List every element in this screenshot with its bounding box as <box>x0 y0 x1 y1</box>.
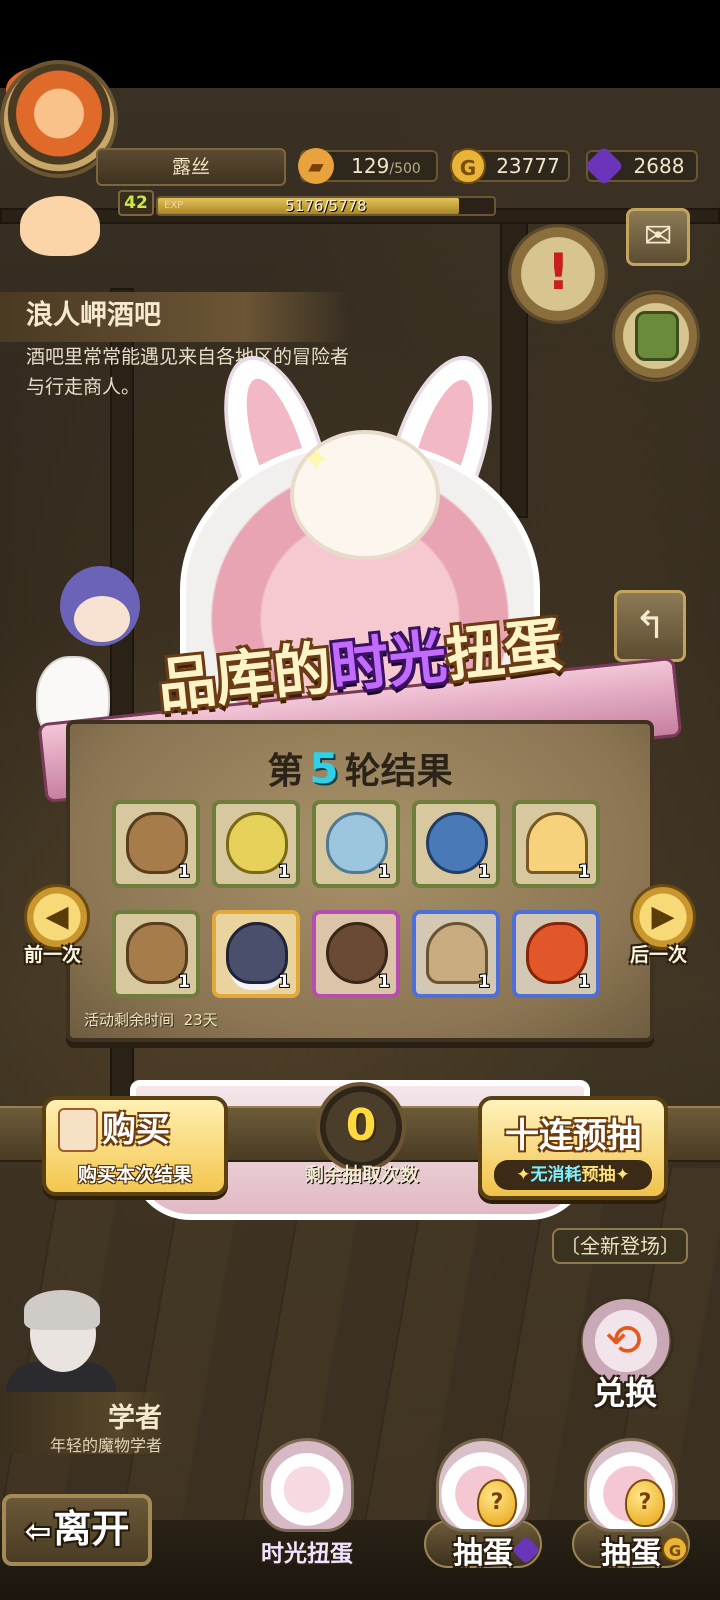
buy-result-button[interactable]: 购买 购买本次结果 <box>42 1096 228 1196</box>
gem-value: 2688 <box>633 154 685 178</box>
gift-card-icon <box>58 1108 98 1152</box>
result-item-slot[interactable]: 1 <box>312 910 400 998</box>
item-count: 1 <box>578 862 590 882</box>
npc-name: 学者 <box>108 1403 162 1434</box>
result-item-slot[interactable]: 1 <box>312 800 400 888</box>
player-name: 露丝 <box>96 148 286 186</box>
buy-sublabel: 购买本次结果 <box>77 1164 192 1186</box>
back-button[interactable]: ↰ <box>614 590 686 662</box>
stamina-max: /500 <box>389 161 421 177</box>
gold-coin-icon: G <box>450 148 486 184</box>
gold-coin-icon: G <box>662 1536 688 1562</box>
location-title: 浪人岬酒吧 <box>0 292 350 342</box>
purple-gem-icon <box>584 146 624 186</box>
item-count: 1 <box>478 972 490 992</box>
backpack-button[interactable] <box>612 290 700 382</box>
results-panel: 第 5 轮结果 1 1 1 1 1 1 1 1 1 1 活动剩余时间 23天 <box>66 720 654 1042</box>
egg-machine-icon: ? <box>436 1438 530 1532</box>
ten-pull-label: 十连预抽 <box>505 1116 641 1156</box>
round-prefix: 第 <box>267 751 304 792</box>
result-item-slot[interactable]: 1 <box>212 800 300 888</box>
result-item-slot[interactable]: 1 <box>512 910 600 998</box>
tab-gem-draw[interactable]: ? 抽蛋 <box>424 1430 542 1571</box>
round-suffix: 轮结果 <box>344 751 453 792</box>
sparkle-icon: ✦ <box>516 1165 531 1185</box>
envelope-icon: ✉ <box>643 216 673 256</box>
ten-pull-sublabel: ✦无消耗预抽✦ <box>494 1160 652 1190</box>
gacha-title-highlight: 时光 <box>327 622 451 702</box>
result-item-slot[interactable]: 1 <box>412 910 500 998</box>
result-item-slot[interactable]: 1 <box>412 800 500 888</box>
backpack-icon <box>635 311 679 361</box>
arrow-left-icon: ⇦ <box>24 1512 52 1550</box>
sparkle-icon: ✦ <box>302 440 331 480</box>
result-item-slot[interactable]: 1 <box>112 800 200 888</box>
sparkle-icon: ✦ <box>615 1165 630 1185</box>
item-count: 1 <box>478 862 490 882</box>
status-bar <box>0 0 720 88</box>
exchange-label: 兑换 <box>592 1374 657 1412</box>
time-gacha-machine-icon <box>260 1438 354 1532</box>
tab-gold-draw[interactable]: ? 抽蛋 G <box>572 1430 690 1571</box>
new-arrival-label: 全新登场 <box>580 1234 660 1258</box>
event-time-left: 活动剩余时间 23天 <box>84 1009 218 1030</box>
remaining-draws-count: 0 <box>316 1082 406 1172</box>
result-item-slot[interactable]: 1 <box>112 910 200 998</box>
item-count: 1 <box>378 862 390 882</box>
question-egg-icon: ? <box>625 1479 665 1527</box>
ten-pull-preview-button[interactable]: 十连预抽 ✦无消耗预抽✦ <box>478 1096 668 1200</box>
quest-scroll-button[interactable]: ! <box>508 224 608 324</box>
item-count: 1 <box>578 972 590 992</box>
npc-description: 年轻的魔物学者 <box>50 1436 163 1455</box>
free-label: 无消耗 <box>530 1165 582 1185</box>
mail-button[interactable]: ✉ <box>626 208 690 266</box>
leave-label: 离开 <box>53 1507 130 1551</box>
leave-button[interactable]: ⇦离开 <box>2 1494 152 1566</box>
exchange-arrows-icon: ⟲ <box>605 1315 642 1366</box>
round-title: 第 5 轮结果 <box>70 742 650 794</box>
triangle-left-icon: ◀ <box>45 899 69 934</box>
next-round-label: 后一次 <box>630 944 688 966</box>
exp-value: 5176/5778 <box>285 197 367 215</box>
gold-counter[interactable]: G 23777 <box>450 148 570 184</box>
item-count: 1 <box>378 972 390 992</box>
item-count: 1 <box>278 972 290 992</box>
triangle-right-icon: ▶ <box>651 899 675 934</box>
time-left-label: 活动剩余时间 <box>84 1011 175 1029</box>
player-level: 42 <box>118 190 154 216</box>
location-description: 酒吧里常常能遇见来自各地区的冒险者与行走商人。 <box>26 346 350 398</box>
remaining-draws-label: 剩余抽取次数 <box>304 1164 419 1186</box>
prev-round-label: 前一次 <box>24 944 82 966</box>
new-arrival-badge[interactable]: 〔全新登场〕 <box>552 1228 688 1264</box>
return-icon: ↰ <box>634 603 666 647</box>
egg-machine-icon: ? <box>584 1438 678 1532</box>
result-item-slot[interactable]: 1 <box>212 910 300 998</box>
avatar-face <box>20 196 100 256</box>
item-count: 1 <box>278 862 290 882</box>
item-count: 1 <box>178 862 190 882</box>
stamina-value: 129 <box>351 154 390 178</box>
gold-value: 23777 <box>496 154 560 178</box>
result-item-slot[interactable]: 1 <box>512 800 600 888</box>
tab-time-gacha[interactable]: 时光扭蛋 <box>248 1430 366 1570</box>
gacha-title-part2: 扭蛋 <box>442 609 566 690</box>
round-number: 5 <box>309 744 339 793</box>
exclamation-icon: ! <box>547 243 570 301</box>
preview-label: 预抽 <box>581 1165 616 1185</box>
tab-label: 时光扭蛋 <box>261 1541 353 1567</box>
question-egg-icon: ? <box>477 1479 517 1527</box>
gacha-title-part1: 品库的 <box>154 634 335 721</box>
stamina-counter[interactable]: ▰ 129/500 <box>298 148 438 184</box>
buy-label: 购买 <box>102 1110 170 1150</box>
item-count: 1 <box>178 972 190 992</box>
bread-icon: ▰ <box>298 148 334 184</box>
time-left-value: 23天 <box>183 1011 218 1029</box>
exp-bar: EXP 5176/5778 <box>156 196 496 216</box>
mascot-character: ✦ <box>290 430 440 560</box>
gem-counter[interactable]: 2688 <box>584 146 698 186</box>
